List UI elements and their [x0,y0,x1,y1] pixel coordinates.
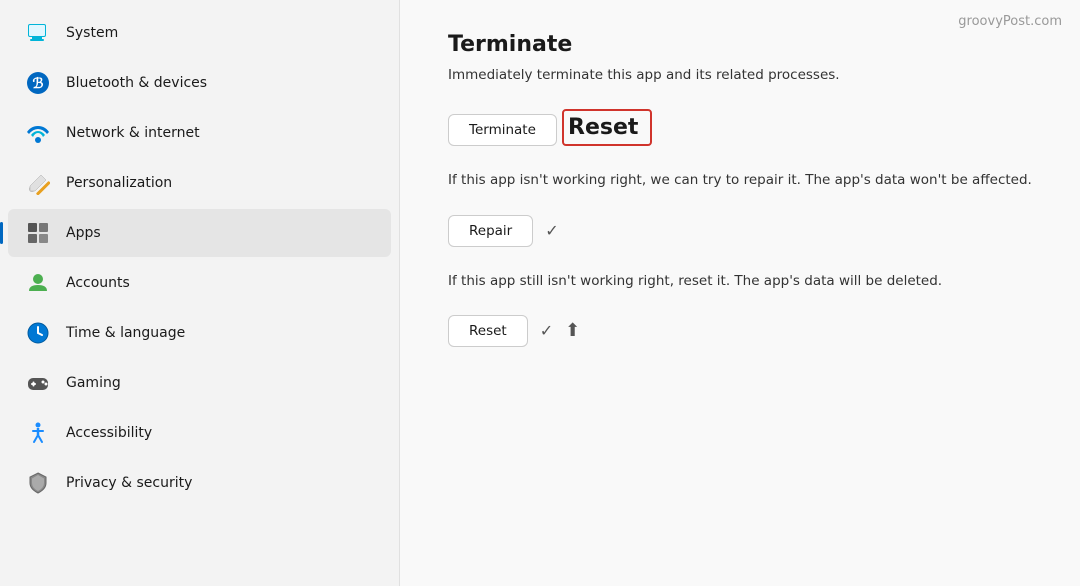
sidebar-item-gaming[interactable]: Gaming [8,359,391,407]
watermark: groovyPost.com [958,14,1062,29]
reset-description: If this app still isn't working right, r… [448,271,1032,291]
terminate-description: Immediately terminate this app and its r… [448,65,1032,85]
sidebar-label-accounts: Accounts [66,275,130,291]
svg-text:ℬ: ℬ [32,76,43,92]
sidebar-label-system: System [66,25,118,41]
cursor-icon: ⬆ [565,320,580,341]
sidebar-label-network: Network & internet [66,125,200,141]
terminate-button[interactable]: Terminate [448,114,557,146]
terminate-title: Terminate [448,32,1032,57]
system-icon [24,19,52,47]
main-content: groovyPost.com Terminate Immediately ter… [400,0,1080,586]
sidebar-item-system[interactable]: System [8,9,391,57]
sidebar-label-bluetooth: Bluetooth & devices [66,75,207,91]
gaming-icon [24,369,52,397]
personalization-icon [24,169,52,197]
repair-button[interactable]: Repair [448,215,533,247]
sidebar-label-personalization: Personalization [66,175,172,191]
sidebar-label-privacy: Privacy & security [66,475,192,491]
reset-checkmark: ✓ [540,321,553,340]
sidebar-label-gaming: Gaming [66,375,121,391]
sidebar-item-accounts[interactable]: Accounts [8,259,391,307]
privacy-icon [24,469,52,497]
sidebar-item-apps[interactable]: Apps [8,209,391,257]
repair-checkmark: ✓ [545,221,558,240]
time-icon [24,319,52,347]
sidebar-item-network[interactable]: Network & internet [8,109,391,157]
sidebar-item-time[interactable]: Time & language [8,309,391,357]
sidebar-item-personalization[interactable]: Personalization [8,159,391,207]
sidebar-label-apps: Apps [66,225,101,241]
sidebar-item-bluetooth[interactable]: ℬ Bluetooth & devices [8,59,391,107]
sidebar-item-accessibility[interactable]: Accessibility [8,409,391,457]
reset-row: Reset ✓ ⬆ [448,315,1032,347]
sidebar-label-accessibility: Accessibility [66,425,152,441]
sidebar: System ℬ Bluetooth & devices Network & i… [0,0,400,586]
apps-icon [24,219,52,247]
reset-title: Reset [568,115,638,140]
accessibility-icon [24,419,52,447]
sidebar-label-time: Time & language [66,325,185,341]
reset-button[interactable]: Reset [448,315,528,347]
reset-section-header: Reset [562,109,652,146]
sidebar-item-privacy[interactable]: Privacy & security [8,459,391,507]
network-icon [24,119,52,147]
bluetooth-icon: ℬ [24,69,52,97]
repair-row: Repair ✓ [448,215,1032,247]
repair-description: If this app isn't working right, we can … [448,170,1032,190]
accounts-icon [24,269,52,297]
